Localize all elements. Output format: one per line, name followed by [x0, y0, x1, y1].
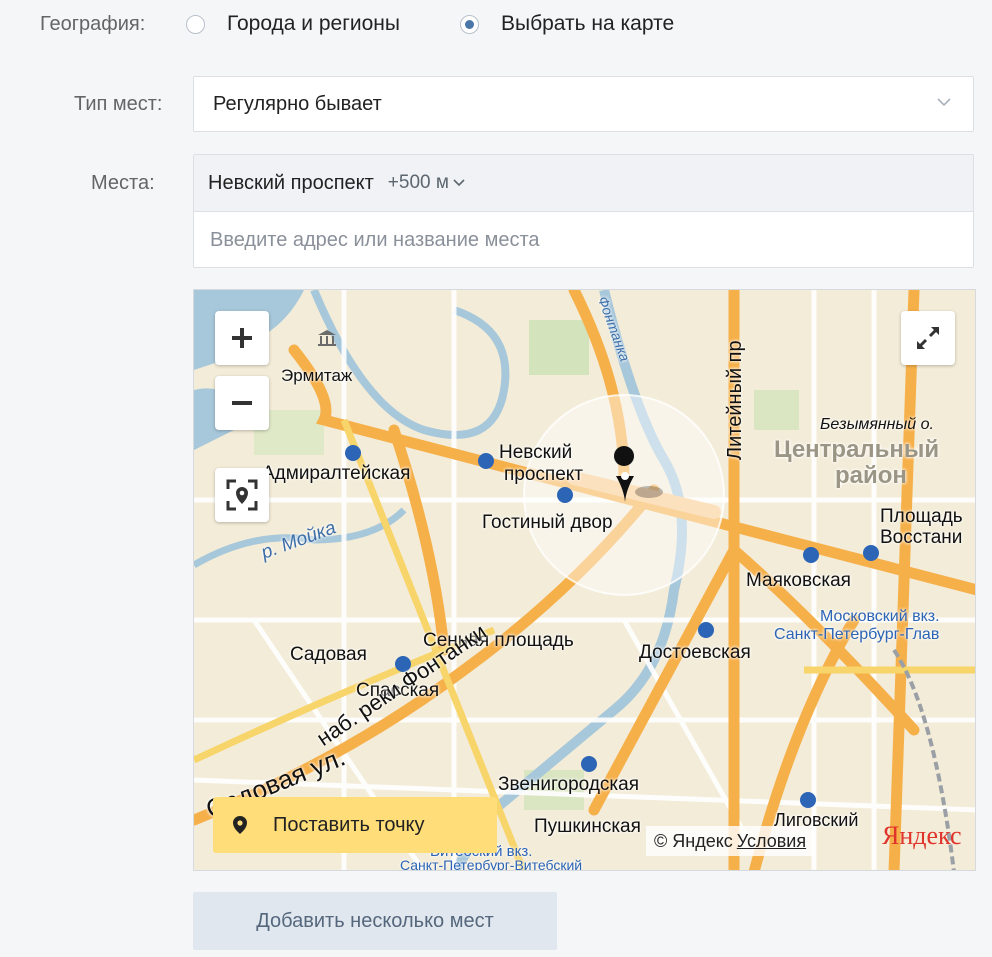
- map-label-central-2: район: [835, 462, 907, 489]
- geography-radio-group: Города и регионы Выбрать на карте: [186, 12, 734, 36]
- map-label-gostiny: Гостиный двор: [482, 512, 613, 533]
- expand-icon: [916, 326, 940, 350]
- map-label-hermitage: Эрмитаж: [281, 366, 353, 385]
- chevron-down-icon: [937, 98, 951, 107]
- map-label-bezymyanny: Безымянный о.: [820, 416, 934, 433]
- place-point-label: Поставить точку: [273, 813, 425, 836]
- zoom-out-button[interactable]: [215, 376, 269, 430]
- radio-label-cities: Города и регионы: [227, 12, 400, 35]
- map-label-central-1: Центральный: [774, 436, 940, 463]
- map-label-sadovaya: Садовая: [290, 644, 367, 665]
- map-label-nevsky-1: Невский: [499, 442, 573, 463]
- radio-label-map: Выбрать на карте: [501, 12, 675, 35]
- place-type-value: Регулярно бывает: [213, 92, 382, 115]
- map-label-pushkinskaya: Пушкинская: [534, 816, 641, 837]
- map-copyright: © Яндекс Условия: [646, 826, 815, 856]
- chevron-down-icon[interactable]: [453, 178, 465, 188]
- location-target-icon: [226, 479, 258, 511]
- terms-link[interactable]: Условия: [737, 831, 806, 852]
- place-tag-name: Невский проспект: [208, 171, 374, 194]
- yandex-logo[interactable]: Яндекс: [882, 821, 962, 851]
- map-pin-icon: [233, 816, 247, 834]
- add-multiple-places-button[interactable]: Добавить несколько мест: [193, 892, 557, 950]
- plus-icon: [232, 328, 252, 348]
- geography-label: География:: [40, 13, 146, 35]
- map-label-moskovsky-2: Санкт-Петербург-Глав: [774, 626, 940, 643]
- places-field: Невский проспект +500 м: [193, 154, 974, 268]
- selected-place-tag[interactable]: Невский проспект +500 м: [194, 155, 973, 212]
- map-label-zvenigorodskaya: Звенигородская: [498, 774, 639, 795]
- map-label-ploshchad-1: Площадь: [880, 506, 963, 527]
- place-type-select[interactable]: Регулярно бывает: [193, 76, 974, 132]
- map-label-nevsky-2: проспект: [504, 464, 584, 485]
- copyright-text: © Яндекс: [654, 830, 733, 851]
- places-label: Места:: [91, 172, 155, 194]
- museum-icon: [318, 330, 336, 346]
- place-point-button[interactable]: Поставить точку: [213, 797, 497, 853]
- address-search-input[interactable]: [208, 212, 952, 268]
- place-tag-radius[interactable]: +500 м: [388, 172, 449, 194]
- zoom-in-button[interactable]: [215, 311, 269, 365]
- map-label-liteyny: Литейный пр: [724, 340, 746, 460]
- map-label-ploshchad-2: Восстани: [880, 527, 963, 548]
- radio-cities-regions[interactable]: Города и регионы: [186, 12, 400, 36]
- radio-select-on-map[interactable]: Выбрать на карте: [460, 12, 674, 36]
- map-label-moskovsky-1: Московский вкз.: [820, 608, 940, 625]
- map-label-mayakovskaya: Маяковская: [746, 570, 851, 591]
- map-label-vitebsky-2: Санкт-Петербург-Витебский: [400, 857, 583, 871]
- radio-circle-cities[interactable]: [186, 14, 205, 34]
- yandex-map[interactable]: Эрмитаж Адмиралтейская р. Мойка Невский …: [193, 289, 976, 871]
- minus-icon: [232, 401, 252, 405]
- map-label-admiralteyskaya: Адмиралтейская: [262, 463, 411, 484]
- geolocation-button[interactable]: [215, 468, 269, 522]
- map-label-dostoevskaya: Достоевская: [639, 642, 751, 663]
- radio-circle-map[interactable]: [460, 14, 479, 34]
- place-type-label: Тип мест:: [74, 93, 163, 115]
- fullscreen-button[interactable]: [901, 311, 955, 365]
